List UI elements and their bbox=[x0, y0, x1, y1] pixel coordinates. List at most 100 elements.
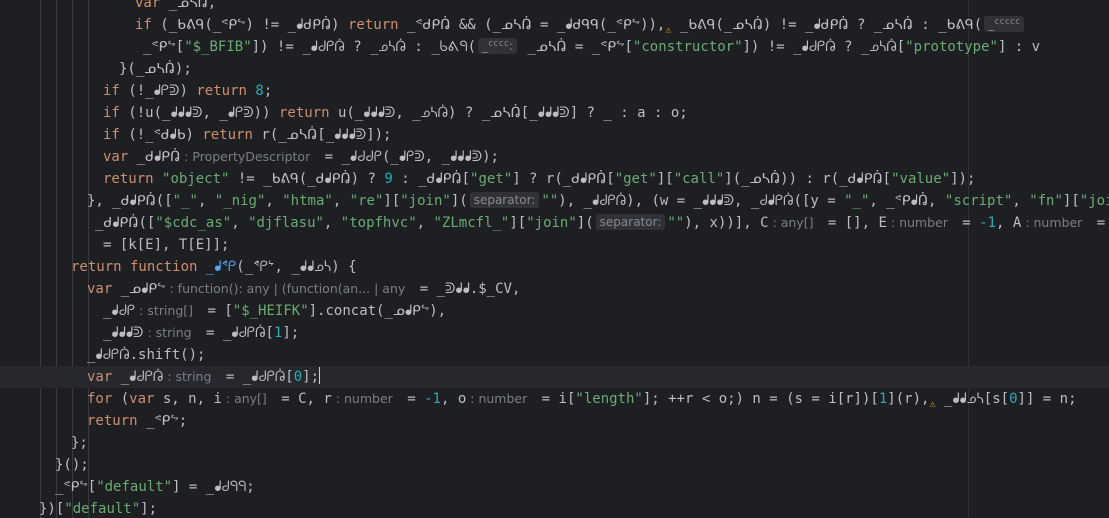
code-token: "join" bbox=[400, 193, 451, 209]
code-token: , bbox=[197, 193, 215, 209]
code-token: _ᕝᑯᑭᕣ && (_ᓄᓴᕣ = _ᖱᑯᑫᑫ(_ᕝᑭᖦ)), bbox=[407, 17, 666, 33]
code-line[interactable]: var _ᑯᖱᑭᕣ: PropertyDescriptor = _ᖱᑯᑯᑭ(_ᖱ… bbox=[0, 146, 499, 168]
code-token: "fn" bbox=[1029, 193, 1063, 209]
code-line[interactable]: }(_ᓄᓴᕣ); bbox=[0, 58, 192, 80]
code-token: "prototype" bbox=[905, 39, 998, 55]
code-token: -1 bbox=[979, 215, 997, 231]
code-line[interactable]: }; bbox=[0, 432, 88, 454]
code-line[interactable]: = [k[E], T[E]]; bbox=[0, 234, 229, 256]
code-line[interactable]: _ᖱᑯᑭ: string[] = ["$_HEIFK"].concat(_ᓄᖱᑭ… bbox=[0, 300, 446, 322]
code-token: "default" bbox=[64, 501, 141, 517]
code-token: = _ᖱᑯᑯᑭ(_ᖱᑭᕲ, _ᖱᖱᖱᕲ); bbox=[316, 149, 499, 165]
code-line-content: var _ᖱᑯᑭᕣ: string = _ᖱᑯᑭᕣ[0]; bbox=[0, 367, 321, 385]
code-line[interactable]: if (_ᑲᕕᑫ(_ᕝᑭᖦ) != _ᖱᑯᑭᕣ) return _ᕝᑯᑭᕣ &&… bbox=[0, 14, 1026, 36]
code-token: ].concat(_ᓄᖱᑭᖦ), bbox=[308, 303, 447, 319]
type-hint: : any[] bbox=[225, 391, 267, 406]
code-token: ] : v bbox=[997, 39, 1041, 55]
code-editor[interactable]: var _ᓄᓴᕣ,if (_ᑲᕕᑫ(_ᕝᑭᖦ) != _ᖱᑯᑭᕣ) return… bbox=[0, 0, 1109, 518]
code-line-content: if (!_ᕝᑯᖱᑲ) return r(_ᓄᓴᕣ[_ᖱᖱᖱᕲ]); bbox=[0, 127, 391, 143]
code-line[interactable]: if (!_ᕝᑯᖱᑲ) return r(_ᓄᓴᕣ[_ᖱᖱᖱᕲ]); bbox=[0, 124, 391, 146]
code-token: , o bbox=[440, 391, 467, 407]
code-token: _ᖱᑯᑭᕣ bbox=[120, 369, 164, 385]
code-token: (!_ᕝᑯᖱᑲ) bbox=[128, 127, 203, 143]
code-token: (_ᑲᕕᑫ(_ᕝᑭᖦ) != _ᖱᑯᑭᕣ) bbox=[160, 17, 348, 33]
code-line-content: _ᕝᑭᖦ["default"] = _ᖱᑯᑫᑫ; bbox=[0, 479, 255, 495]
code-line[interactable]: var _ᓄᖱᑭᖦ: function(): any | (function(a… bbox=[0, 278, 520, 300]
code-line-content: if (!_ᖱᑭᕲ) return 8; bbox=[0, 83, 272, 99]
code-line[interactable]: }, _ᑯᖱᑭᕣ(["_", "_nig", "htma", "re"]["jo… bbox=[0, 190, 1109, 212]
code-token: return bbox=[347, 17, 407, 33]
code-token: (!u(_ᖱᖱᖱᕲ, _ᖱᑭᕲ)) bbox=[128, 105, 279, 121]
code-token: _ᕝᑭᖦ[ bbox=[143, 39, 185, 55]
code-token: var bbox=[87, 281, 121, 297]
code-token: ]( bbox=[576, 215, 594, 231]
code-token: 8 bbox=[255, 83, 264, 99]
code-line[interactable]: for (var s, n, i: any[] = C, r: number =… bbox=[0, 388, 1077, 410]
code-line-content: if (!u(_ᖱᖱᖱᕲ, _ᖱᑭᕲ)) return u(_ᖱᖱᖱᕲ, _ᓄᓴ… bbox=[0, 105, 688, 121]
code-line[interactable]: _ᖱᖱᖱᕲ: string = _ᖱᑯᑭᕣ[1]; bbox=[0, 322, 299, 344]
code-token: "join" bbox=[1079, 193, 1109, 209]
code-line[interactable]: if (!u(_ᖱᖱᖱᕲ, _ᖱᑭᕲ)) return u(_ᖱᖱᖱᕲ, _ᓄᓴ… bbox=[0, 102, 688, 124]
code-token: 0 bbox=[1009, 391, 1018, 407]
code-token: ; bbox=[263, 83, 273, 99]
code-token: , bbox=[323, 215, 341, 231]
code-token: ), x))], C bbox=[684, 215, 769, 231]
code-token: = _ᖱᑯᑭᕣ[ bbox=[217, 369, 294, 385]
code-token: = [k[E], T[E]]; bbox=[103, 237, 230, 253]
code-line-content: var _ᓄᓴᕣ, bbox=[0, 0, 216, 11]
code-token: r(_ᓄᓴᕣ[_ᖱᖱᖱᕲ]); bbox=[261, 127, 392, 143]
code-token: }(_ᓄᓴᕣ); bbox=[119, 61, 192, 77]
code-line-content: }(_ᓄᓴᕣ); bbox=[0, 61, 192, 77]
code-token: _ᖱᕝᑭ bbox=[205, 259, 237, 275]
code-token: _ᑲᕕᑫ(_ᓄᓴᕣ) != _ᖱᑯᑭᕣ ? _ᓄᓴᕣ : _ᑲᕕᑫ( bbox=[671, 17, 983, 33]
code-line-content: _ᖱᖱᖱᕲ: string = _ᖱᑯᑭᕣ[1]; bbox=[0, 325, 299, 341]
code-token: ]; bbox=[302, 369, 320, 385]
code-line[interactable]: _ᑯᖱᑭᕣ(["$cdc_as", "djflasu", "topfhvc" , … bbox=[0, 212, 1109, 234]
code-token: ](r), bbox=[887, 391, 930, 407]
parameter-hint: separator: bbox=[469, 192, 540, 208]
code-token: = k[ bbox=[1096, 215, 1106, 231]
code-token: "re" bbox=[349, 193, 384, 209]
code-line-content: = [k[E], T[E]]; bbox=[0, 237, 229, 253]
code-line[interactable]: _ᕝᑭᖦ["default"] = _ᖱᑯᑫᑫ; bbox=[0, 476, 255, 498]
code-line[interactable]: return _ᕝᑭᖦ; bbox=[0, 410, 187, 432]
code-token: "_" bbox=[172, 193, 198, 209]
code-token: "$cdc_as" bbox=[155, 215, 232, 231]
code-line[interactable]: return function _ᖱᕝᑭ(_ᕝᑭᖦ, _ᖱᖱᓄᓴ) { bbox=[0, 256, 357, 278]
code-line[interactable]: _ᖱᑯᑭᕣ.shift(); bbox=[0, 344, 205, 366]
code-line[interactable]: })["default"]; bbox=[0, 498, 157, 518]
code-line[interactable]: if (!_ᖱᑭᕲ) return 8; bbox=[0, 80, 272, 102]
code-token: }(); bbox=[55, 457, 89, 473]
code-line[interactable]: return "object" != _ᑲᕕᑫ(_ᑯᖱᑭᕣ) ? 9 : _ᑯᖱ… bbox=[0, 168, 975, 190]
code-token: _ᑯᖱᑭᕣ([ bbox=[95, 215, 156, 231]
code-token: "join" bbox=[526, 215, 577, 231]
code-line[interactable]: }(); bbox=[0, 454, 89, 476]
code-token: "djflasu" bbox=[248, 215, 324, 231]
code-token: ]] = n; bbox=[1017, 391, 1077, 407]
code-line[interactable]: _ᕝᑭᖦ["$_BFIB"]) != _ᖱᑯᑭᕣ ? _ᓄᓴᕣ : _ᑲᕕᑫ(_… bbox=[0, 36, 1040, 58]
code-token: ( bbox=[120, 391, 130, 407]
code-line-content: return "object" != _ᑲᕕᑫ(_ᑯᖱᑭᕣ) ? 9 : _ᑯᖱ… bbox=[0, 171, 975, 187]
code-token: , bbox=[231, 215, 249, 231]
type-hint: : any[] bbox=[772, 215, 814, 230]
code-token: }; bbox=[71, 435, 88, 451]
code-token: ]; ++r < o;) n = (s = i[r])[ bbox=[642, 391, 879, 407]
code-line-current[interactable]: var _ᖱᑯᑭᕣ: string = _ᖱᑯᑭᕣ[0]; bbox=[0, 366, 1109, 388]
code-token: _ᖱᖱᓄᓴ[s[ bbox=[935, 391, 1010, 407]
code-token: = i[ bbox=[533, 391, 576, 407]
code-token: s, n, i bbox=[162, 391, 222, 407]
parameter-hint: _ᑦᑦᑦᑦᑦ bbox=[984, 16, 1025, 32]
code-token: "" bbox=[541, 193, 559, 209]
code-token: = _ᖱᑯᑭᕣ[ bbox=[197, 325, 274, 341]
code-token: ]) != _ᖱᑯᑭᕣ ? _ᓄᓴᕣ : _ᑲᕕᑫ( bbox=[251, 39, 477, 55]
code-line-content: var _ᑯᖱᑭᕣ: PropertyDescriptor = _ᖱᑯᑯᑭ(_ᖱ… bbox=[0, 149, 499, 165]
code-token: ][ bbox=[509, 215, 527, 231]
code-token: if bbox=[103, 105, 129, 121]
code-line-content: var _ᓄᖱᑭᖦ: function(): any | (function(a… bbox=[0, 281, 520, 297]
type-hint: : number bbox=[470, 391, 528, 406]
type-hint: : PropertyDescriptor bbox=[184, 149, 311, 164]
code-token: _ᖱᖱᖱᕲ bbox=[103, 325, 144, 341]
type-hint: : function(): any | (function(an... | an… bbox=[169, 281, 406, 296]
code-line[interactable]: var _ᓄᓴᕣ, bbox=[0, 0, 216, 14]
type-hint: : string bbox=[147, 325, 192, 340]
